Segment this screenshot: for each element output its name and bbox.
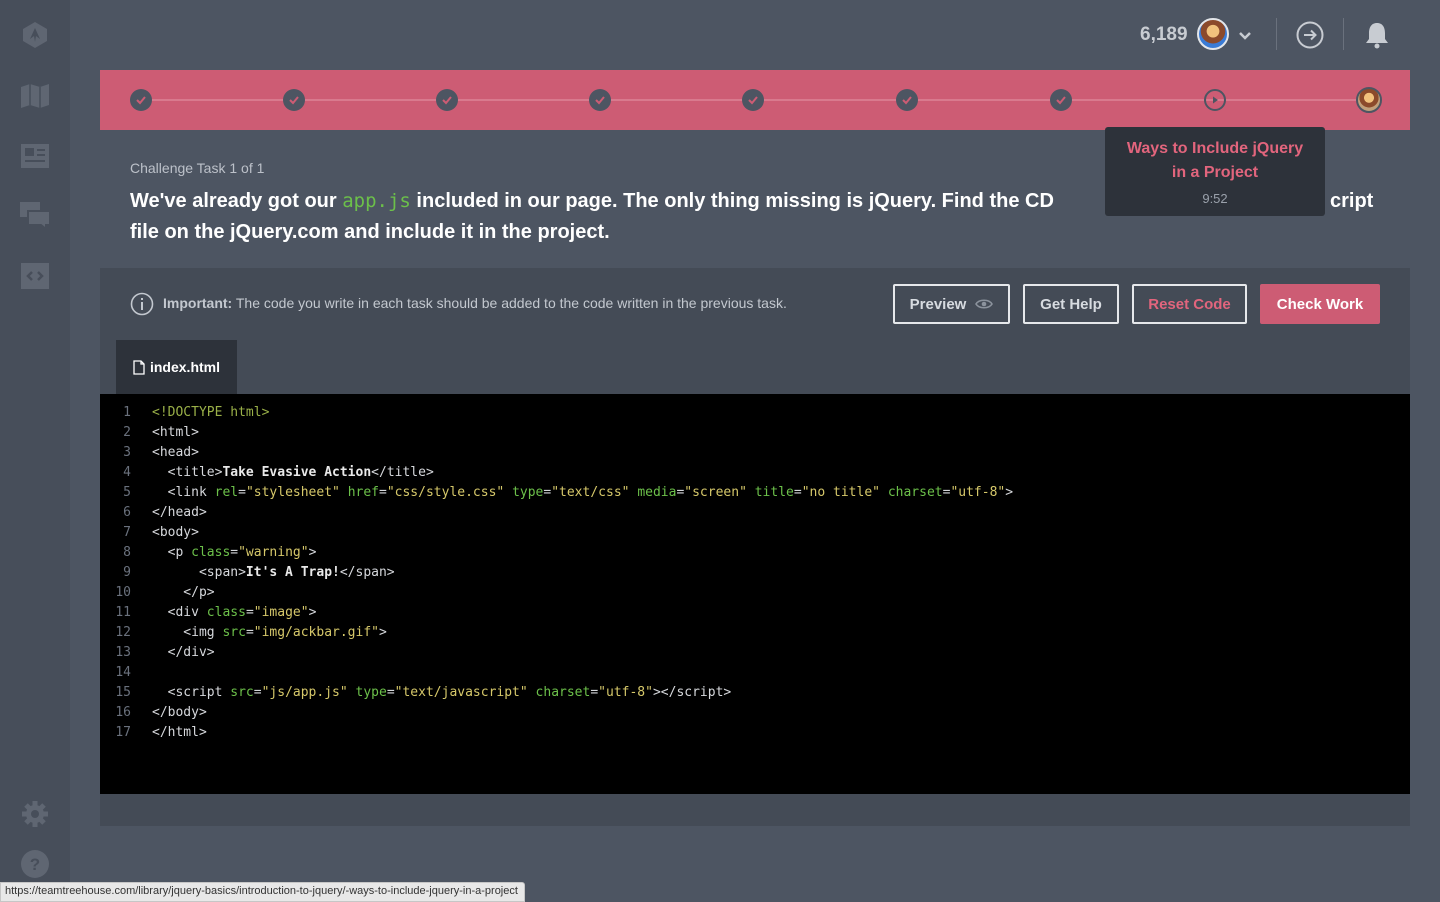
task-text-part: file on the jQuery.com and include it in… xyxy=(130,221,610,243)
info-icon xyxy=(130,292,154,316)
task-text-part: We've already got our xyxy=(130,190,343,212)
line-number: 4 xyxy=(123,465,131,480)
library-icon[interactable] xyxy=(17,138,53,174)
reset-code-button[interactable]: Reset Code xyxy=(1132,284,1247,324)
divider xyxy=(1343,18,1344,50)
step-current-play-icon[interactable] xyxy=(1204,89,1226,111)
line-number: 6 xyxy=(123,505,131,520)
line-number: 8 xyxy=(123,545,131,560)
step-completed[interactable] xyxy=(742,89,764,111)
tooltip-title[interactable]: Ways to Include jQuery in a Project xyxy=(1105,137,1325,185)
tooltip-duration: 9:52 xyxy=(1202,191,1228,206)
divider xyxy=(1276,18,1277,50)
line-number: 11 xyxy=(115,605,131,620)
step-completed[interactable] xyxy=(589,89,611,111)
challenge-toolbar: Important: The code you write in each ta… xyxy=(100,268,1410,340)
line-number: 3 xyxy=(123,445,131,460)
step-completed[interactable] xyxy=(896,89,918,111)
chevron-down-icon[interactable] xyxy=(1236,26,1254,44)
check-work-button[interactable]: Check Work xyxy=(1260,284,1380,324)
editor-tabbar xyxy=(100,340,1410,394)
line-number: 16 xyxy=(115,705,131,720)
status-url: https://teamtreehouse.com/library/jquery… xyxy=(0,882,525,902)
help-icon[interactable]: ? xyxy=(17,846,53,882)
step-completed[interactable] xyxy=(283,89,305,111)
editor-footer xyxy=(100,794,1410,826)
line-number: 5 xyxy=(123,485,131,500)
svg-text:?: ? xyxy=(30,855,40,874)
settings-icon[interactable] xyxy=(17,796,53,832)
line-number: 10 xyxy=(115,585,131,600)
important-note: Important: The code you write in each ta… xyxy=(163,295,787,311)
note-text: The code you write in each task should b… xyxy=(232,295,787,311)
community-icon[interactable] xyxy=(17,197,53,233)
step-tooltip: Ways to Include jQuery in a Project 9:52 xyxy=(1105,127,1325,216)
avatar[interactable] xyxy=(1197,18,1229,50)
step-completed[interactable] xyxy=(436,89,458,111)
line-number: 15 xyxy=(115,685,131,700)
step-final-badge[interactable] xyxy=(1356,87,1382,113)
line-number: 13 xyxy=(115,645,131,660)
file-icon xyxy=(133,359,145,375)
get-help-button[interactable]: Get Help xyxy=(1023,284,1119,324)
line-number: 7 xyxy=(123,525,131,540)
task-text-part: included in our page. The only thing mis… xyxy=(410,190,1054,212)
task-text-part: cript xyxy=(1330,190,1374,212)
progress-track xyxy=(100,70,1410,130)
line-number: 14 xyxy=(115,665,131,680)
treehouse-logo-icon[interactable] xyxy=(17,17,53,53)
line-number: 2 xyxy=(123,425,131,440)
preview-label: Preview xyxy=(909,295,967,313)
workspaces-icon[interactable] xyxy=(17,258,53,294)
challenge-task-label: Challenge Task 1 of 1 xyxy=(130,160,265,176)
file-tab-index-html[interactable]: index.html xyxy=(116,340,237,394)
line-number: 12 xyxy=(115,625,131,640)
sidebar: ? xyxy=(0,0,70,900)
file-tab-label: index.html xyxy=(149,359,220,375)
step-completed[interactable] xyxy=(1050,89,1072,111)
exit-icon[interactable] xyxy=(1295,20,1325,50)
inline-code: app.js xyxy=(342,190,411,212)
points-count: 6,189 xyxy=(1140,24,1188,45)
map-icon[interactable] xyxy=(17,78,53,114)
preview-button[interactable]: Preview xyxy=(893,284,1010,324)
code-editor[interactable]: 1 <!DOCTYPE html> 2 <html> 3 <head> 4 <titl… xyxy=(100,394,1410,794)
eye-icon xyxy=(975,299,994,309)
line-number: 9 xyxy=(123,565,131,580)
step-completed[interactable] xyxy=(130,89,152,111)
line-number: 17 xyxy=(115,725,131,740)
note-strong: Important: xyxy=(163,295,233,311)
line-number: 1 xyxy=(123,405,131,420)
bell-icon[interactable] xyxy=(1362,20,1392,50)
